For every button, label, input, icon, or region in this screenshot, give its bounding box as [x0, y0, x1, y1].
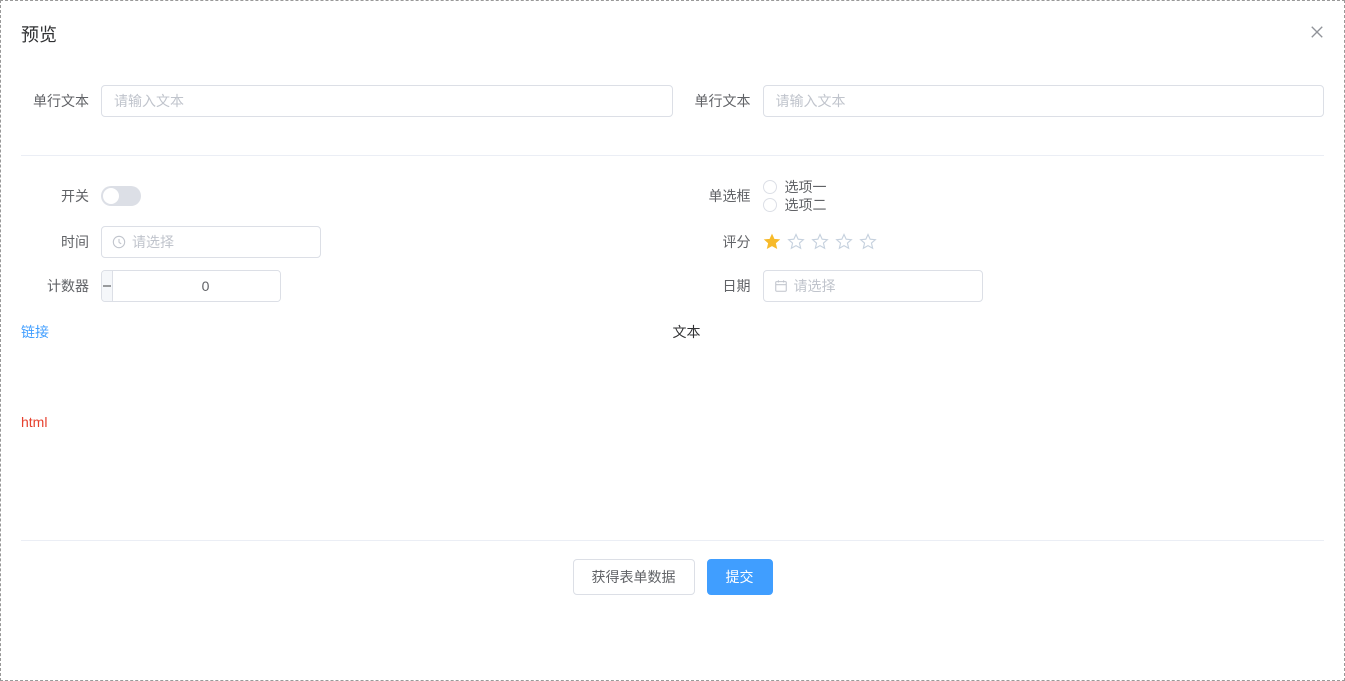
switch-toggle[interactable] — [101, 186, 141, 206]
dialog-title: 预览 — [21, 21, 57, 47]
date-picker[interactable]: 请选择 — [763, 270, 983, 302]
counter — [101, 270, 281, 302]
radio-option-1[interactable]: 选项一 — [763, 178, 827, 196]
star-icon[interactable] — [763, 233, 781, 251]
close-icon[interactable] — [1310, 25, 1324, 44]
text-input-label-2: 单行文本 — [683, 85, 763, 117]
static-text: 文本 — [673, 322, 701, 342]
calendar-icon — [774, 279, 788, 293]
rating[interactable] — [763, 233, 877, 251]
radio-circle-icon — [763, 180, 777, 194]
star-icon[interactable] — [835, 233, 853, 251]
date-label: 日期 — [683, 270, 763, 302]
radio-option-label: 选项二 — [785, 196, 827, 214]
time-picker[interactable]: 请选择 — [101, 226, 321, 258]
radio-label: 单选框 — [683, 180, 763, 212]
time-label: 时间 — [21, 226, 101, 258]
star-icon[interactable] — [787, 233, 805, 251]
text-input-label-1: 单行文本 — [21, 85, 101, 117]
clock-icon — [112, 235, 126, 249]
switch-label: 开关 — [21, 180, 101, 212]
dialog-footer: 获得表单数据 提交 — [21, 540, 1324, 595]
link[interactable]: 链接 — [21, 322, 49, 342]
get-form-data-button[interactable]: 获得表单数据 — [573, 559, 695, 595]
date-placeholder: 请选择 — [794, 276, 836, 296]
counter-label: 计数器 — [21, 270, 101, 302]
html-text: html — [21, 414, 47, 430]
star-icon[interactable] — [811, 233, 829, 251]
counter-decrease-button[interactable] — [102, 271, 113, 301]
time-placeholder: 请选择 — [132, 232, 174, 252]
radio-circle-icon — [763, 198, 777, 212]
radio-option-2[interactable]: 选项二 — [763, 196, 827, 214]
text-input-1[interactable] — [101, 85, 673, 117]
radio-option-label: 选项一 — [785, 178, 827, 196]
rate-label: 评分 — [683, 226, 763, 258]
submit-button[interactable]: 提交 — [707, 559, 773, 595]
counter-input[interactable] — [113, 271, 281, 301]
text-input-2[interactable] — [763, 85, 1325, 117]
star-icon[interactable] — [859, 233, 877, 251]
preview-dialog: 预览 单行文本 单行文本 开关 单选框 — [0, 0, 1345, 681]
